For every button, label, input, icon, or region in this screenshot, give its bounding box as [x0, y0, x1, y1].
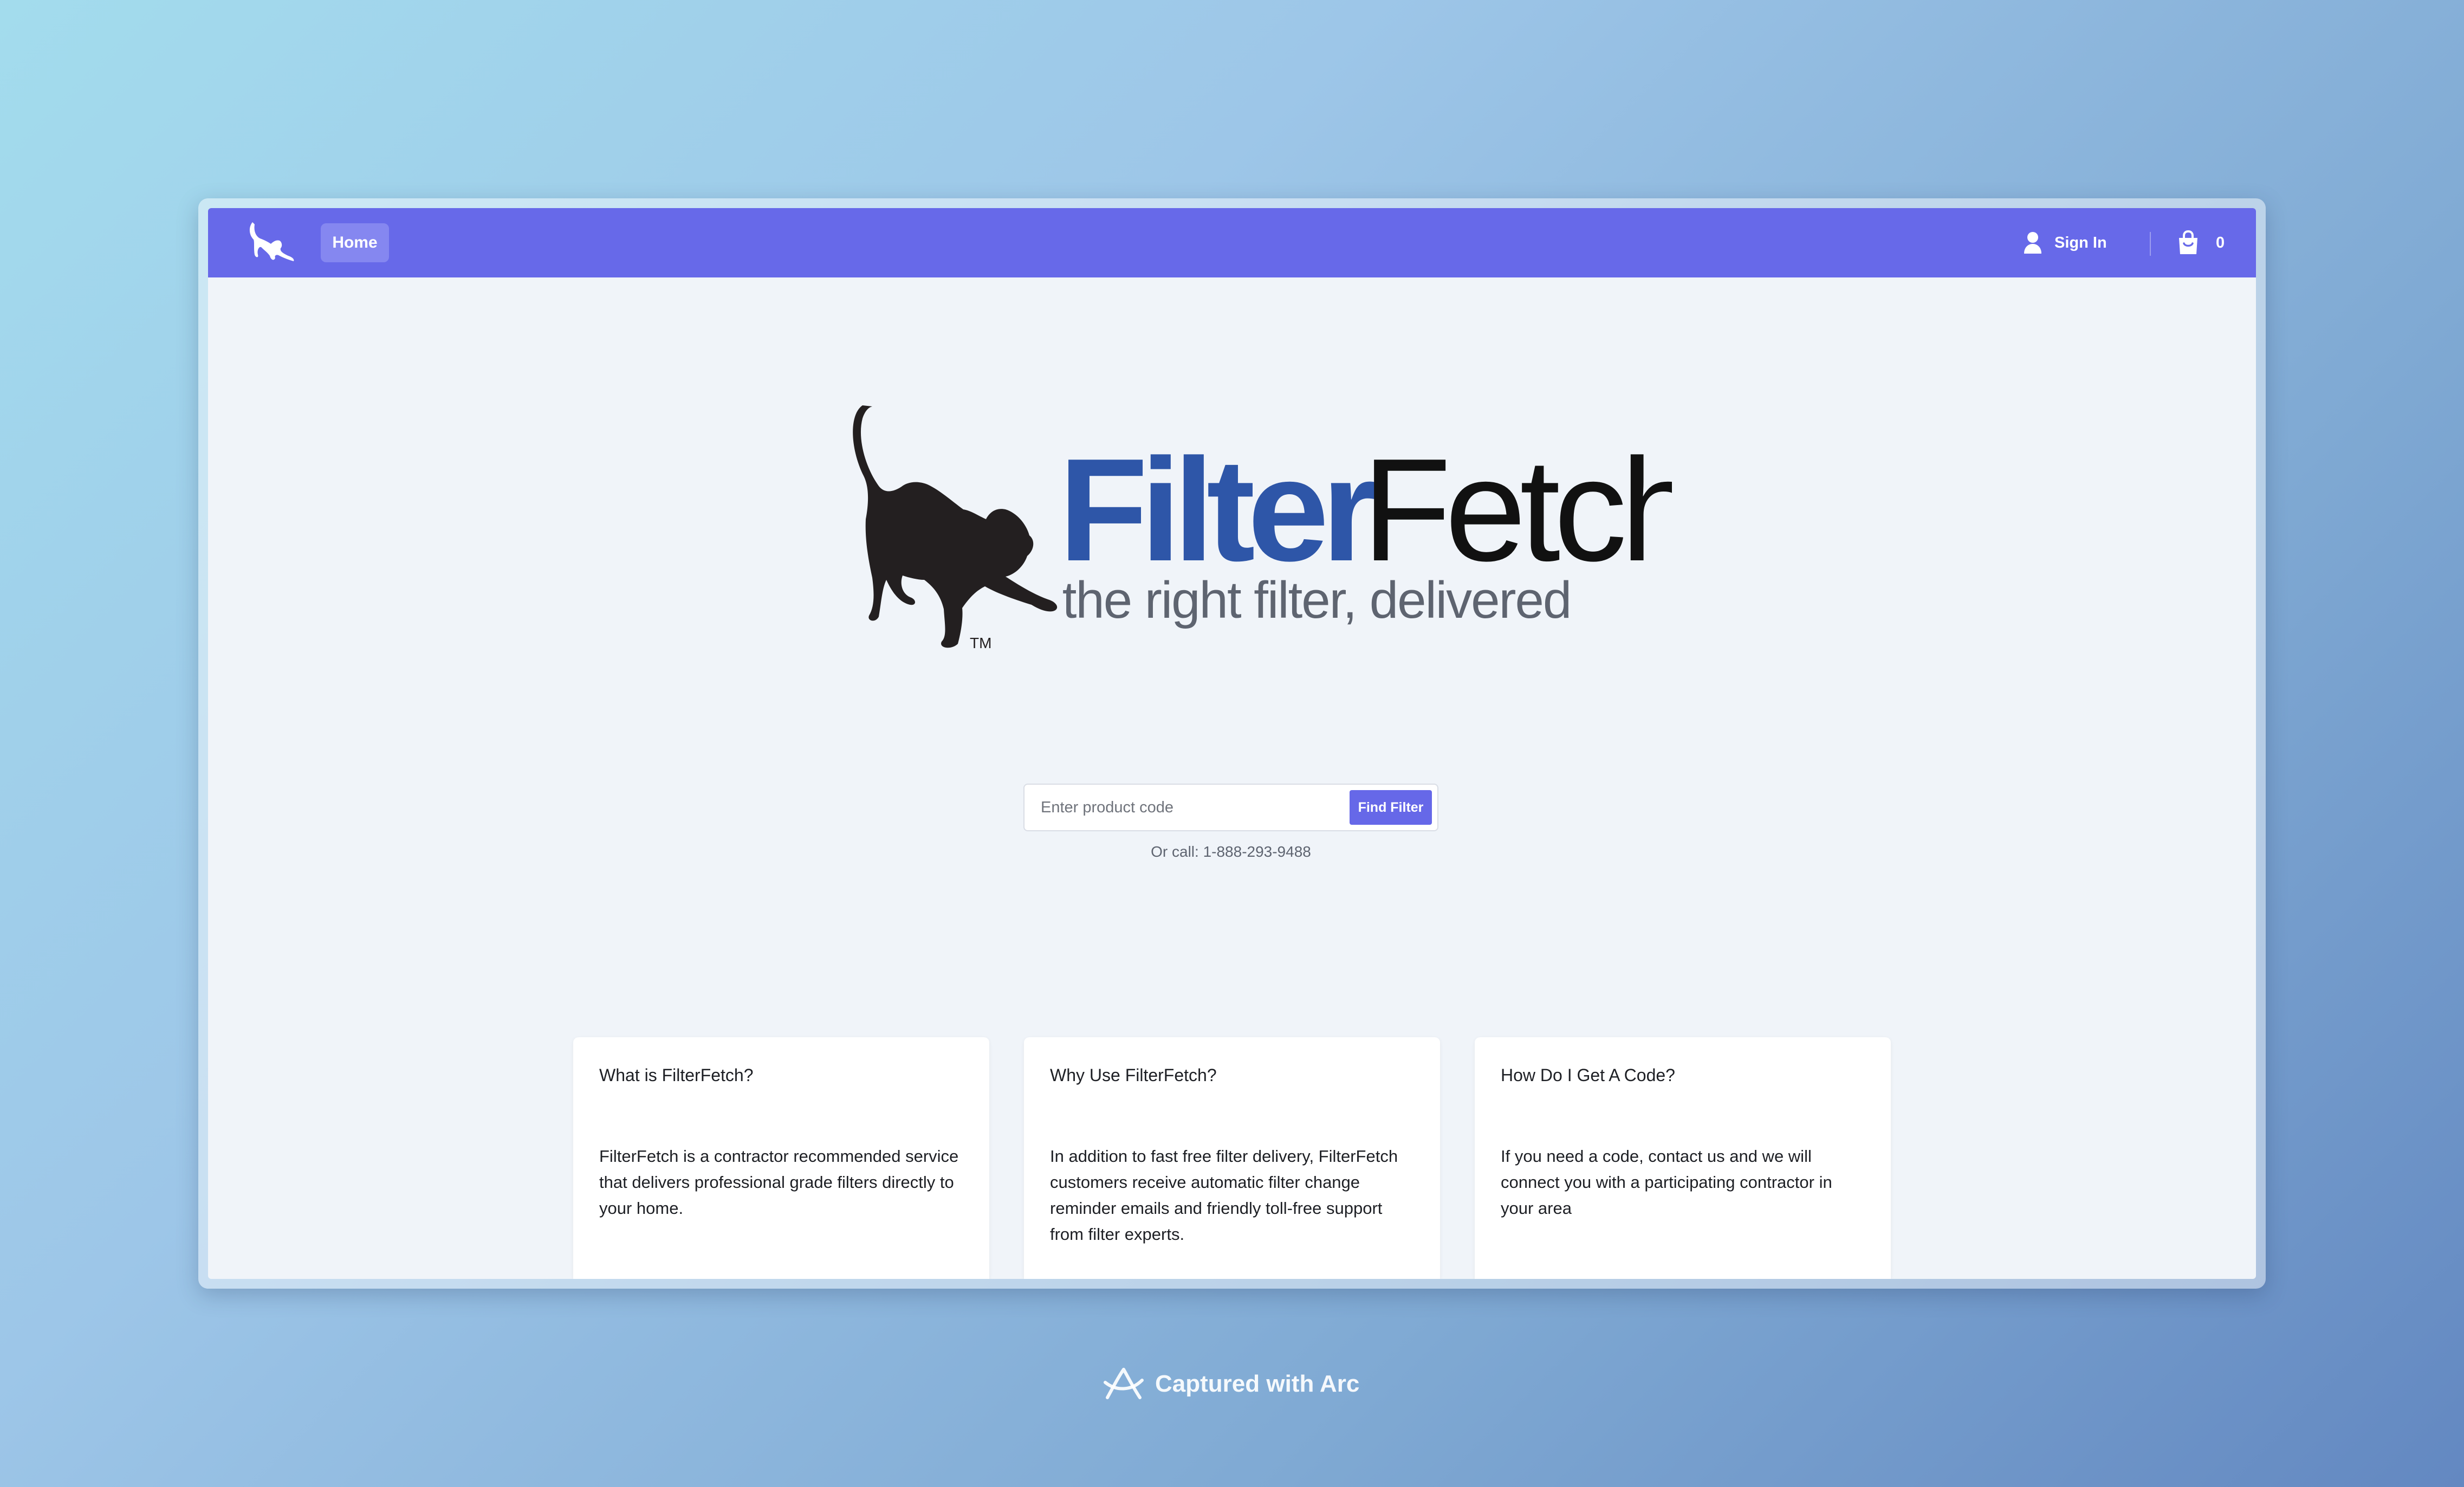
- shopping-bag-icon: [2179, 230, 2197, 254]
- card-title: Why Use FilterFetch?: [1050, 1065, 1217, 1085]
- card-title: What is FilterFetch?: [599, 1065, 754, 1085]
- card-body: In addition to fast free filter delivery…: [1050, 1147, 1398, 1244]
- card-body: FilterFetch is a contractor recommended …: [599, 1147, 959, 1218]
- tagline-text: the right filter, delivered: [1062, 571, 1571, 629]
- cart-button[interactable]: 0: [2177, 224, 2225, 261]
- browser-window: Home Sign In 0 TM Filter Fetch the right…: [208, 208, 2256, 1279]
- call-phone-text: Or call: 1-888-293-9488: [1151, 843, 1311, 860]
- captured-with-arc-label: Captured with Arc: [1155, 1370, 1360, 1397]
- user-icon: [2024, 232, 2041, 254]
- info-card-why-use: Why Use FilterFetch? In addition to fast…: [1024, 1037, 1440, 1279]
- captured-with-arc-badge: Captured with Arc: [1103, 1363, 1359, 1405]
- sign-in-link[interactable]: Sign In: [2023, 224, 2107, 261]
- dog-logo-icon[interactable]: [247, 220, 296, 266]
- nav-divider: [2150, 232, 2151, 256]
- card-body: If you need a code, contact us and we wi…: [1501, 1147, 1832, 1218]
- filterfetch-hero-logo: TM Filter Fetch the right filter, delive…: [853, 405, 1672, 651]
- cart-count: 0: [2216, 234, 2225, 251]
- brand-filter-text: Filter: [1059, 429, 1376, 592]
- arc-logo-icon: [1104, 1368, 1144, 1399]
- product-code-search: Find Filter: [1023, 784, 1438, 831]
- dog-silhouette-icon: TM: [853, 405, 1058, 651]
- nav-home-link[interactable]: Home: [321, 223, 389, 262]
- brand-fetch-text: Fetch: [1362, 429, 1672, 592]
- svg-text:TM: TM: [970, 635, 991, 651]
- product-code-input[interactable]: [1032, 790, 1341, 825]
- info-card-get-code: How Do I Get A Code? If you need a code,…: [1475, 1037, 1891, 1279]
- sign-in-label: Sign In: [2054, 234, 2107, 251]
- find-filter-button[interactable]: Find Filter: [1350, 790, 1432, 825]
- card-title: How Do I Get A Code?: [1501, 1065, 1675, 1085]
- info-card-what-is: What is FilterFetch? FilterFetch is a co…: [573, 1037, 989, 1279]
- top-navbar: Home Sign In 0: [208, 208, 2256, 277]
